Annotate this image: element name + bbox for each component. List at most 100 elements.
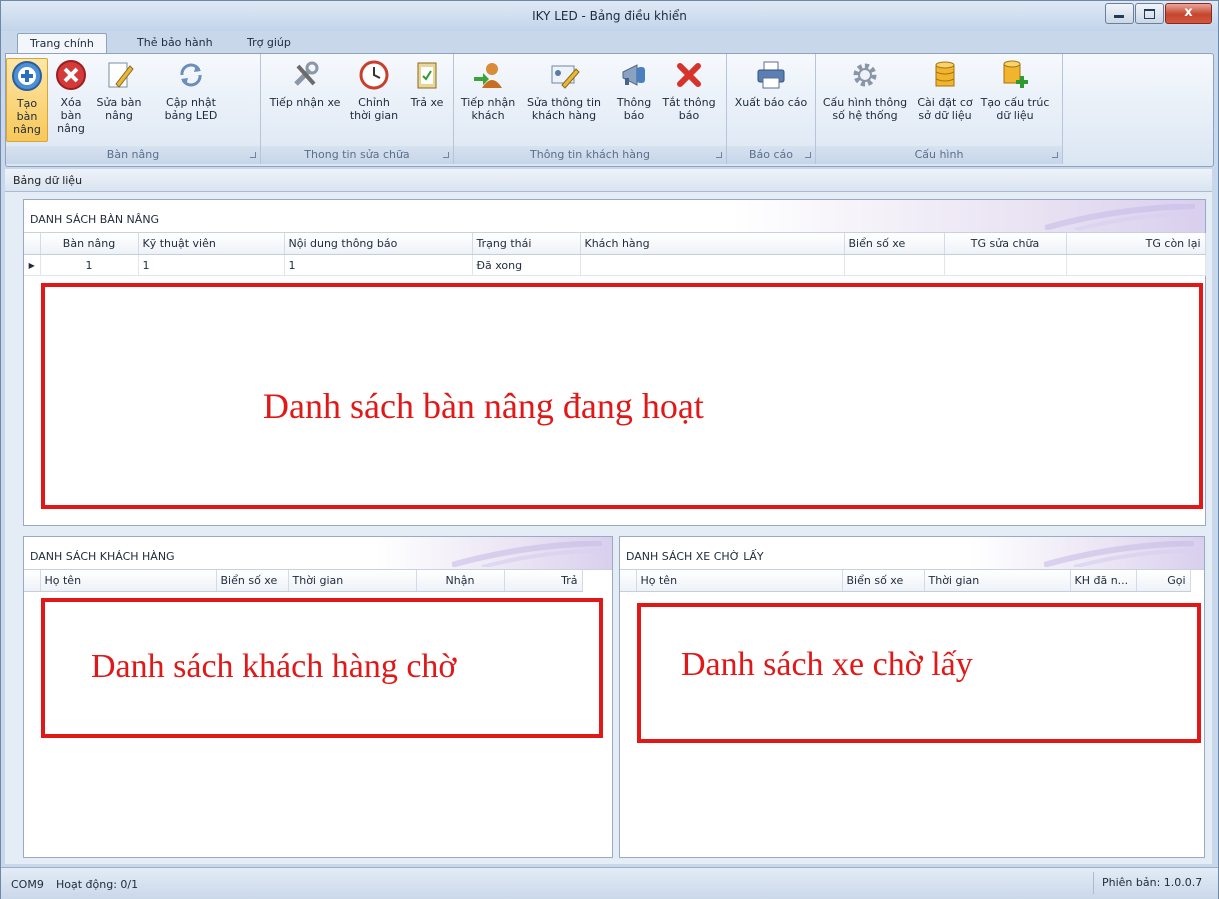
panel-title: DANH SÁCH BÀN NÂNG (30, 213, 160, 226)
tab-tro-giup[interactable]: Trợ giúp (247, 36, 291, 49)
panel-header: DANH SÁCH XE CHỜ LẤY (620, 537, 1204, 570)
port-status: COM9 (11, 878, 44, 891)
swirl-decoration-icon (1045, 204, 1195, 230)
edit-lift-button[interactable]: Sửa bàn nâng (96, 58, 142, 122)
group-label: Bàn nâng (6, 146, 260, 164)
add-icon (12, 61, 42, 91)
tab-trang-chinh[interactable]: Trang chính (17, 33, 107, 54)
database-icon (935, 61, 955, 87)
header-row: Họ tên Biển số xe Thời gian Nhận Trả (24, 570, 583, 592)
stop-notify-button[interactable]: Tắt thông báo (660, 58, 718, 122)
panel-title: DANH SÁCH XE CHỜ LẤY (626, 550, 764, 563)
group-label: Báo cáo (727, 146, 815, 164)
clock-icon (359, 60, 389, 90)
column-header[interactable]: Biển số xe (844, 233, 945, 255)
receive-vehicle-button[interactable]: Tiếp nhận xe (267, 58, 343, 109)
column-header[interactable]: Nhận (416, 570, 505, 592)
table-cell[interactable]: 1 (284, 254, 473, 276)
swirl-decoration-icon (1044, 541, 1194, 567)
column-header[interactable]: KH đã n... (1070, 570, 1137, 592)
column-header[interactable]: Thời gian (924, 570, 1071, 592)
export-report-button[interactable]: Xuất báo cáo (731, 58, 811, 109)
ribbon: Tạo bàn nâng Xóa bàn nâng Sửa bàn nâng Cập … (5, 53, 1214, 167)
maximize-icon (1144, 9, 1155, 19)
delete-lift-button[interactable]: Xóa bàn nâng (50, 58, 92, 135)
column-header[interactable]: Nội dung thông báo (284, 233, 473, 255)
refresh-icon (180, 63, 202, 87)
adjust-time-button[interactable]: Chỉnh thời gian (347, 58, 401, 122)
row-indicator-header (24, 233, 41, 255)
table-cell[interactable] (1066, 254, 1206, 276)
group-ban-nang: Tạo bàn nâng Xóa bàn nâng Sửa bàn nâng Cập … (6, 54, 261, 164)
column-header[interactable]: Biển số xe (842, 570, 925, 592)
group-label: Cấu hình (816, 146, 1062, 164)
delete-icon (56, 60, 86, 90)
column-header[interactable]: Khách hàng (580, 233, 845, 255)
data-table-header: Bảng dữ liệu (5, 169, 1212, 192)
panel-header: DANH SÁCH KHÁCH HÀNG (24, 537, 612, 570)
group-label: Thong tin sửa chữa (261, 146, 453, 164)
edit-customer-button[interactable]: Sửa thông tin khách hàng (520, 58, 608, 122)
header-row: Bàn nâng Kỹ thuật viên Nội dung thông bá… (24, 233, 1206, 255)
group-label: Thông tin khách hàng (454, 146, 726, 164)
update-led-button[interactable]: Cập nhật bảng LED (146, 58, 236, 122)
row-pointer-icon: ▶ (24, 254, 41, 276)
header-row: Họ tên Biển số xe Thời gian KH đã n... G… (620, 570, 1191, 592)
column-header[interactable]: TG sửa chữa (944, 233, 1067, 255)
tools-icon (294, 61, 319, 86)
column-header[interactable]: Trả (504, 570, 583, 592)
table-cell[interactable]: 1 (40, 254, 139, 276)
row-indicator-header (24, 570, 41, 592)
customer-grid: Họ tên Biển số xe Thời gian Nhận Trả (24, 570, 612, 592)
tab-the-bao-hanh[interactable]: Thẻ bảo hành (137, 36, 213, 49)
column-header[interactable]: Họ tên (636, 570, 843, 592)
group-launcher-icon[interactable] (716, 152, 722, 158)
column-header[interactable]: TG còn lại (1066, 233, 1206, 255)
add-lift-button[interactable]: Tạo bàn nâng (6, 58, 48, 142)
table-row[interactable]: ▶ 1 1 1 Đã xong (24, 254, 1206, 276)
annotation-text-customers: Danh sách khách hàng chờ (91, 648, 457, 685)
table-cell[interactable]: 1 (138, 254, 285, 276)
x-mark-icon (677, 63, 701, 87)
ribbon-tabs: Trang chính Thẻ bảo hành Trợ giúp (1, 31, 1218, 54)
system-config-button[interactable]: Cấu hình thông số hệ thống (820, 58, 910, 122)
group-bao-cao: Xuất báo cáo Báo cáo (727, 54, 816, 164)
activity-status: Hoạt động: 0/1 (56, 878, 139, 891)
minimize-icon (1114, 15, 1124, 18)
table-cell[interactable]: Đã xong (472, 254, 581, 276)
receive-customer-button[interactable]: Tiếp nhận khách (460, 58, 516, 122)
close-button[interactable]: x (1165, 3, 1212, 24)
column-header[interactable]: Biển số xe (216, 570, 289, 592)
window-title: IKY LED - Bảng điều khiển (532, 9, 687, 23)
column-header[interactable]: Gọi (1136, 570, 1191, 592)
minimize-button[interactable] (1105, 3, 1134, 24)
maximize-button[interactable] (1135, 3, 1164, 24)
notify-button[interactable]: Thông báo (612, 58, 656, 122)
group-launcher-icon[interactable] (443, 152, 449, 158)
row-indicator-header (620, 570, 637, 592)
megaphone-icon (622, 64, 645, 86)
create-structure-button[interactable]: Tạo cấu trúc dữ liệu (980, 58, 1050, 122)
printer-icon (757, 61, 785, 89)
table-cell[interactable] (580, 254, 845, 276)
clipboard-check-icon (417, 62, 437, 89)
table-cell[interactable] (844, 254, 945, 276)
group-cau-hinh: Cấu hình thông số hệ thống Cài đặt cơ sở d… (816, 54, 1063, 164)
return-vehicle-button[interactable]: Trả xe (405, 58, 449, 109)
table-cell[interactable] (944, 254, 1067, 276)
lift-grid: Bàn nâng Kỹ thuật viên Nội dung thông bá… (24, 233, 1206, 276)
group-launcher-icon[interactable] (250, 152, 256, 158)
database-settings-button[interactable]: Cài đặt cơ sở dữ liệu (914, 58, 976, 122)
customer-in-icon (474, 63, 502, 88)
column-header[interactable]: Thời gian (288, 570, 417, 592)
group-launcher-icon[interactable] (1052, 152, 1058, 158)
panel-header: DANH SÁCH BÀN NÂNG (24, 200, 1205, 233)
column-header[interactable]: Kỹ thuật viên (138, 233, 285, 255)
column-header[interactable]: Họ tên (40, 570, 217, 592)
database-add-icon (1003, 60, 1028, 88)
group-launcher-icon[interactable] (805, 152, 811, 158)
column-header[interactable]: Bàn nâng (40, 233, 139, 255)
swirl-decoration-icon (452, 541, 602, 567)
title-bar: IKY LED - Bảng điều khiển x (1, 1, 1218, 31)
column-header[interactable]: Trạng thái (472, 233, 581, 255)
